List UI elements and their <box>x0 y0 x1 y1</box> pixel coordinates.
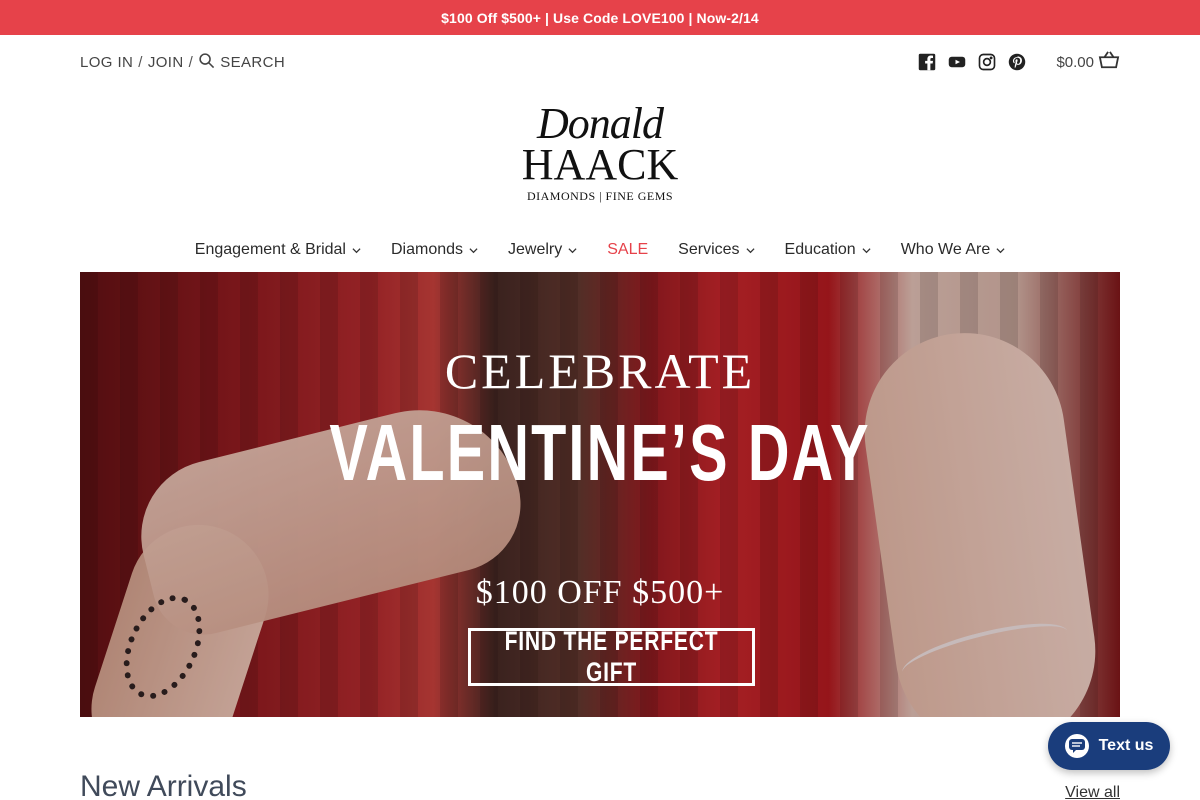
chat-label: Text us <box>1098 737 1154 754</box>
separator: / <box>138 53 143 71</box>
search-label: SEARCH <box>220 53 286 71</box>
logo-line-haack: HAACK <box>521 140 679 189</box>
pinterest-icon[interactable] <box>1008 53 1026 71</box>
search-icon <box>198 52 215 73</box>
text-us-chat-button[interactable]: Text us <box>1048 722 1170 770</box>
announcement-text[interactable]: $100 Off $500+ | Use Code LOVE100 | Now-… <box>441 10 759 26</box>
nav-sale[interactable]: SALE <box>607 241 648 259</box>
chevron-down-icon <box>862 247 871 253</box>
nav-label: Education <box>784 241 856 258</box>
facebook-icon[interactable] <box>918 53 936 71</box>
chevron-down-icon <box>745 247 755 253</box>
nav-label: Diamonds <box>390 241 464 258</box>
basket-icon <box>1098 50 1120 74</box>
nav-label: Services <box>678 241 740 258</box>
nav-label: Engagement & Bridal <box>194 241 346 258</box>
top-utility-bar: LOG IN / JOIN / SEARCH $0.00 <box>80 35 1120 89</box>
chevron-down-icon <box>352 247 361 253</box>
nav-label: Who We Are <box>900 241 991 258</box>
chevron-down-icon <box>568 247 577 253</box>
chat-bubble-icon <box>1064 734 1089 758</box>
announcement-bar[interactable]: $100 Off $500+ | Use Code LOVE100 | Now-… <box>0 0 1200 35</box>
chevron-down-icon <box>996 247 1005 253</box>
store-logo[interactable]: Donald HAACK DIAMONDS | FINE GEMS <box>519 99 681 211</box>
chevron-down-icon <box>469 247 478 253</box>
cart-button[interactable]: $0.00 <box>1056 50 1120 74</box>
separator: / <box>188 53 194 71</box>
view-all-link[interactable]: View all <box>1065 784 1120 800</box>
youtube-icon[interactable] <box>948 53 966 71</box>
account-links: LOG IN / JOIN / SEARCH <box>80 52 285 73</box>
nav-diamonds[interactable]: Diamonds <box>391 241 478 259</box>
cart-total: $0.00 <box>1056 53 1094 71</box>
join-link[interactable]: JOIN <box>148 54 184 71</box>
hero-headline-valentines: VALENTINE’S DAY <box>329 408 871 497</box>
search-button[interactable]: SEARCH <box>198 52 285 73</box>
main-navigation: Engagement & Bridal Diamonds Jewelry SAL… <box>0 232 1200 268</box>
nav-education[interactable]: Education <box>785 241 871 259</box>
logo-line-donald: Donald <box>537 99 664 148</box>
hero-banner[interactable]: CELEBRATE VALENTINE’S DAY $100 OFF $500+… <box>80 272 1120 717</box>
social-links <box>918 53 1026 71</box>
find-gift-button[interactable]: FIND THE PERFECT GIFT <box>468 626 755 687</box>
section-title-new-arrivals: New Arrivals <box>80 770 247 800</box>
nav-label: SALE <box>607 241 649 258</box>
nav-label: Jewelry <box>508 241 563 258</box>
instagram-icon[interactable] <box>978 53 996 71</box>
find-gift-label: FIND THE PERFECT GIFT <box>504 626 719 687</box>
nav-services[interactable]: Services <box>678 241 755 259</box>
hero-headline-celebrate: CELEBRATE <box>444 343 756 399</box>
nav-engagement-bridal[interactable]: Engagement & Bridal <box>195 241 361 259</box>
hero-offer: $100 OFF $500+ <box>475 574 725 611</box>
hero-copy: CELEBRATE VALENTINE’S DAY $100 OFF $500+… <box>80 272 1120 717</box>
logo-tagline: DIAMONDS | FINE GEMS <box>526 189 674 203</box>
header-right: $0.00 <box>918 50 1120 74</box>
login-link[interactable]: LOG IN <box>80 54 133 71</box>
nav-jewelry[interactable]: Jewelry <box>508 241 577 259</box>
nav-who-we-are[interactable]: Who We Are <box>901 241 1006 259</box>
